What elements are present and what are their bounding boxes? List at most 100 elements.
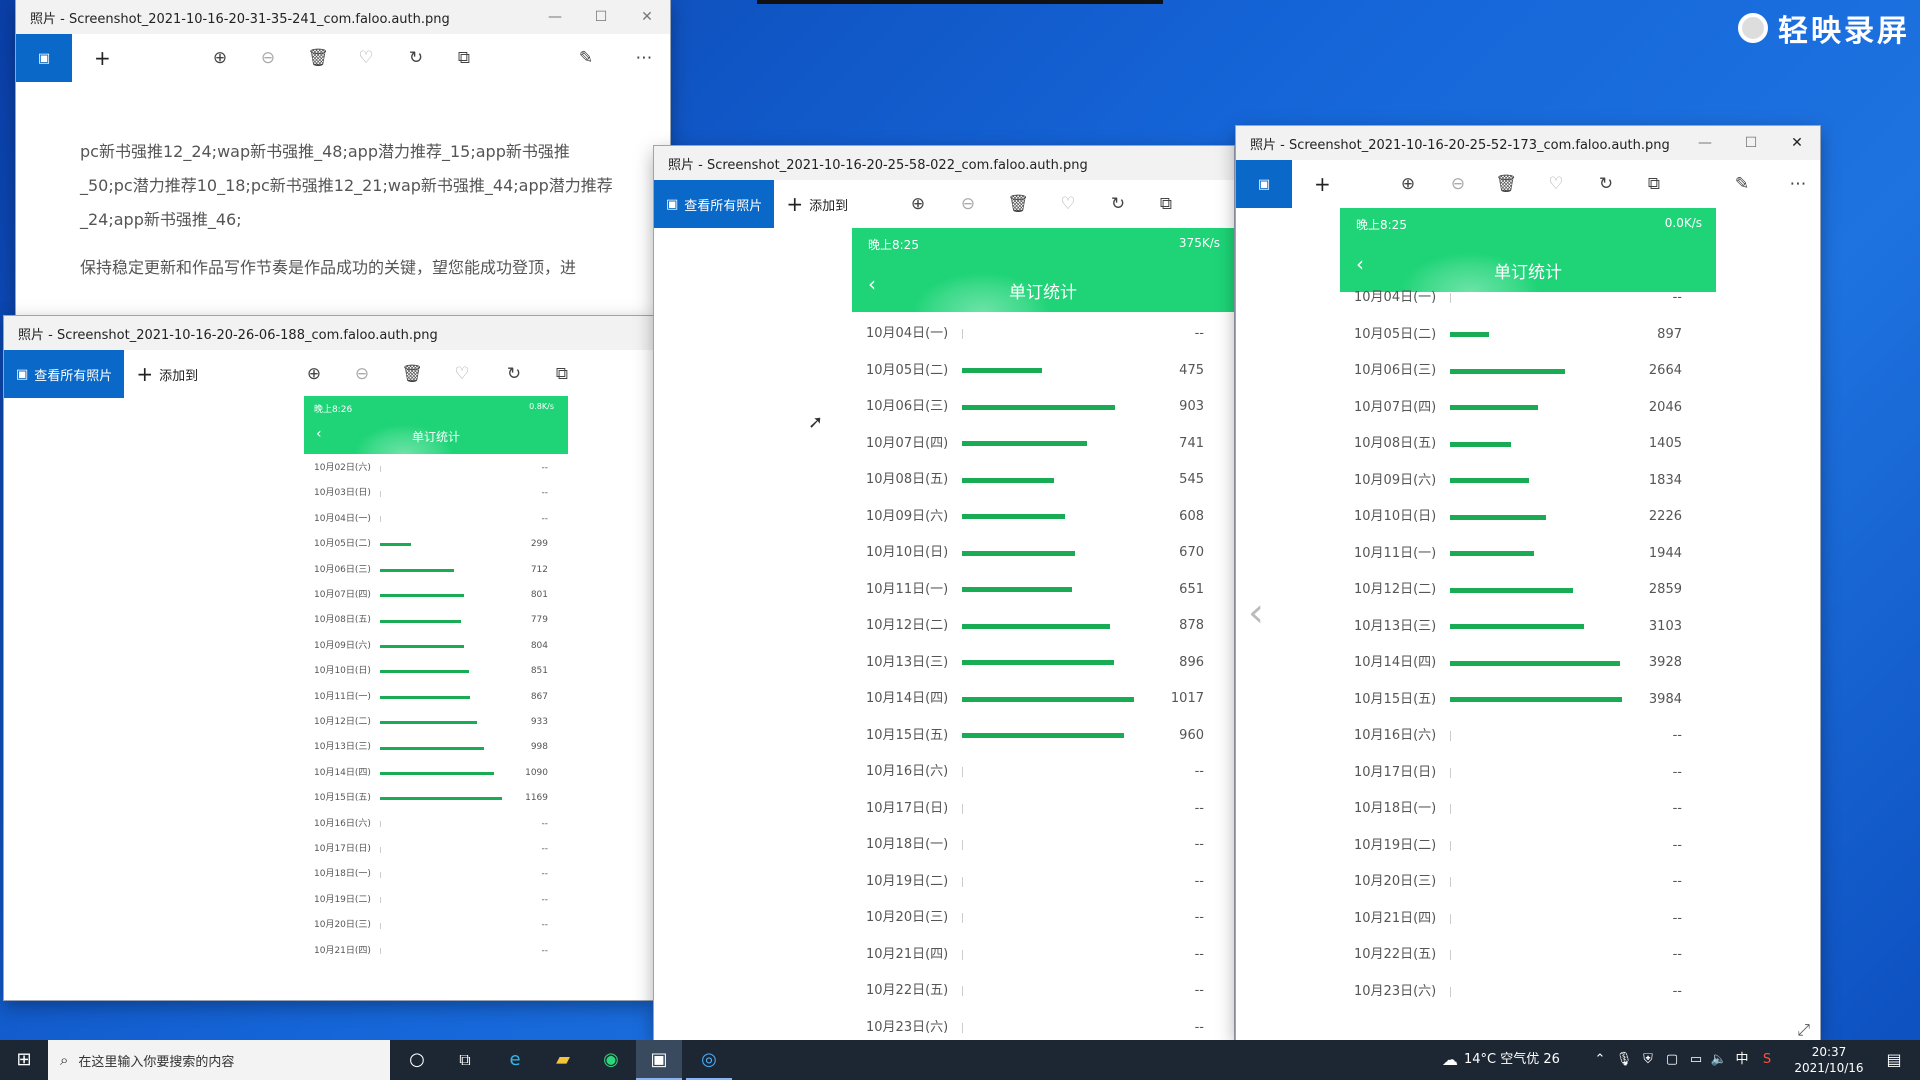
stat-bar — [962, 441, 1088, 447]
zoom-in-icon[interactable]: ⊕ — [904, 180, 932, 228]
stat-date: 10月10日(日) — [866, 545, 949, 560]
screen-icon[interactable]: ▢ — [1662, 1040, 1682, 1080]
stat-value: -- — [1194, 800, 1204, 816]
resize-icon[interactable]: ⤢ — [1797, 1020, 1810, 1040]
stat-value: 903 — [1179, 399, 1204, 414]
crop-icon[interactable]: ⧉ — [548, 350, 576, 398]
add-to-button[interactable]: + 添加到 — [136, 362, 198, 386]
rotate-icon[interactable]: ↻ — [1104, 180, 1132, 228]
stat-row: 10月10日(日) 851 — [304, 659, 568, 684]
network-icon[interactable]: ▭ — [1686, 1040, 1706, 1080]
rotate-icon[interactable]: ↻ — [1592, 160, 1620, 208]
stat-value: -- — [1672, 801, 1682, 816]
add-to-button[interactable]: + 添加到 — [786, 192, 848, 216]
plus-icon: + — [786, 192, 804, 216]
security-icon[interactable]: ⛨ — [1638, 1040, 1658, 1080]
microphone-icon[interactable]: 🎙 — [1614, 1040, 1634, 1080]
title-bar[interactable]: 照片 - Screenshot_2021-10-16-20-31-35-241_… — [16, 0, 670, 34]
taskbar-search[interactable]: ⌕ 在这里输入你要搜索的内容 — [48, 1040, 390, 1080]
browser-icon[interactable]: ◎ — [686, 1040, 732, 1080]
stat-value: 804 — [530, 640, 548, 651]
title-bar[interactable]: 照片 - Screenshot_2021-10-16-20-26-06-188_… — [4, 316, 654, 350]
delete-icon[interactable]: 🗑 — [304, 34, 332, 82]
minimize-button[interactable]: — — [532, 0, 578, 34]
gallery-button[interactable]: ▣ — [1236, 160, 1292, 208]
clock-date: 2021/10/16 — [1794, 1061, 1864, 1075]
maximize-button[interactable]: ☐ — [1728, 126, 1774, 160]
more-icon[interactable]: ⋯ — [1784, 160, 1812, 208]
stat-bar — [1450, 587, 1574, 593]
stat-empty-marker — [1450, 913, 1451, 924]
crop-icon[interactable]: ⧉ — [1152, 180, 1180, 228]
edit-icon[interactable]: ✎ — [572, 34, 600, 82]
weather-text[interactable]: 14°C 空气优 26 — [1464, 1040, 1584, 1080]
windows-start-icon[interactable]: ⊞ — [0, 1040, 48, 1080]
stat-value: 779 — [530, 615, 548, 626]
volume-icon[interactable]: 🔈 — [1708, 1040, 1730, 1080]
close-button[interactable]: ✕ — [1774, 126, 1820, 160]
stat-date: 10月15日(五) — [314, 793, 371, 804]
minimize-button[interactable]: — — [1682, 126, 1728, 160]
cortana-icon[interactable]: ○ — [396, 1040, 438, 1080]
stat-value: 1834 — [1648, 472, 1682, 488]
stat-row: 10月02日(六) -- — [304, 456, 568, 481]
stat-value: -- — [1194, 873, 1204, 889]
delete-icon[interactable]: 🗑 — [1492, 160, 1520, 208]
notification-icon[interactable]: ▤ — [1874, 1040, 1914, 1080]
favorite-icon[interactable]: ♡ — [1054, 180, 1082, 228]
add-button[interactable]: + — [1314, 172, 1337, 196]
title-bar[interactable]: 照片 - Screenshot_2021-10-16-20-25-58-022_… — [654, 146, 1234, 180]
zoom-in-icon[interactable]: ⊕ — [1394, 160, 1422, 208]
crop-icon[interactable]: ⧉ — [1640, 160, 1668, 208]
phone-screenshot: 晚上8:25 375K/s ‹ 单订统计 10月04日(一) -- 10月05日(二… — [852, 228, 1234, 1040]
edit-icon[interactable]: ✎ — [1728, 160, 1756, 208]
crop-icon[interactable]: ⧉ — [450, 34, 478, 82]
stat-bar — [1450, 441, 1511, 447]
add-button[interactable]: + — [94, 46, 117, 70]
stat-date: 10月15日(五) — [1354, 691, 1437, 707]
favorite-icon[interactable]: ♡ — [1542, 160, 1570, 208]
input-method-indicator[interactable]: 中 — [1732, 1040, 1752, 1080]
view-all-photos-button[interactable]: ▣ 查看所有照片 — [4, 350, 125, 398]
title-bar[interactable]: 照片 - Screenshot_2021-10-16-20-25-52-173_… — [1236, 126, 1820, 160]
zoom-out-icon[interactable]: ⊖ — [348, 350, 376, 398]
gallery-button[interactable]: ▣ — [16, 34, 72, 82]
task-view-icon[interactable]: ⧉ — [444, 1040, 486, 1080]
stat-value: 2859 — [1648, 582, 1682, 597]
stat-date: 10月17日(日) — [314, 844, 371, 854]
favorite-icon[interactable]: ♡ — [352, 34, 380, 82]
app-green-icon[interactable]: ◉ — [588, 1040, 634, 1080]
plus-icon: + — [1314, 172, 1331, 196]
photos-window-3: 照片 - Screenshot_2021-10-16-20-25-58-022_… — [654, 146, 1234, 1040]
stat-row: 10月19日(二) -- — [304, 888, 568, 913]
stat-value: -- — [1194, 764, 1204, 779]
zoom-in-icon[interactable]: ⊕ — [206, 34, 234, 82]
stat-value: 960 — [1179, 727, 1204, 743]
edge-icon[interactable]: e — [492, 1040, 538, 1080]
maximize-button[interactable]: ☐ — [578, 0, 624, 34]
text-paragraph-1: pc新书强推12_24;wap新书强推_48;app潜力推荐_15;app新书强… — [80, 142, 613, 229]
favorite-icon[interactable]: ♡ — [448, 350, 476, 398]
zoom-out-icon[interactable]: ⊖ — [1444, 160, 1472, 208]
file-explorer-icon[interactable]: ▰ — [540, 1040, 586, 1080]
view-all-photos-button[interactable]: ▣ 查看所有照片 — [654, 180, 775, 228]
photos-app-icon[interactable]: ▣ — [636, 1040, 682, 1080]
chevron-up-icon[interactable]: ⌃ — [1590, 1040, 1610, 1080]
delete-icon[interactable]: 🗑 — [1004, 180, 1032, 228]
stat-row: 10月22日(五) -- — [1340, 937, 1716, 974]
zoom-out-icon[interactable]: ⊖ — [954, 180, 982, 228]
close-button[interactable]: ✕ — [624, 0, 670, 34]
stat-row: 10月17日(日) -- — [1340, 755, 1716, 792]
delete-icon[interactable]: 🗑 — [398, 350, 426, 398]
stat-value: -- — [541, 894, 549, 905]
zoom-in-icon[interactable]: ⊕ — [300, 350, 328, 398]
zoom-out-icon[interactable]: ⊖ — [254, 34, 282, 82]
previous-arrow-icon[interactable]: ‹ — [1248, 590, 1264, 636]
photo-toolbar: ▣ + ⊕ ⊖ 🗑 ♡ ↻ ⧉ ✎ ⋯ — [1236, 160, 1820, 208]
sogou-icon[interactable]: S — [1756, 1040, 1778, 1080]
rotate-icon[interactable]: ↻ — [500, 350, 528, 398]
clock[interactable]: 20:37 2021/10/16 — [1786, 1040, 1872, 1080]
rotate-icon[interactable]: ↻ — [402, 34, 430, 82]
more-icon[interactable]: ⋯ — [630, 34, 658, 82]
stat-date: 10月12日(二) — [1354, 582, 1437, 597]
